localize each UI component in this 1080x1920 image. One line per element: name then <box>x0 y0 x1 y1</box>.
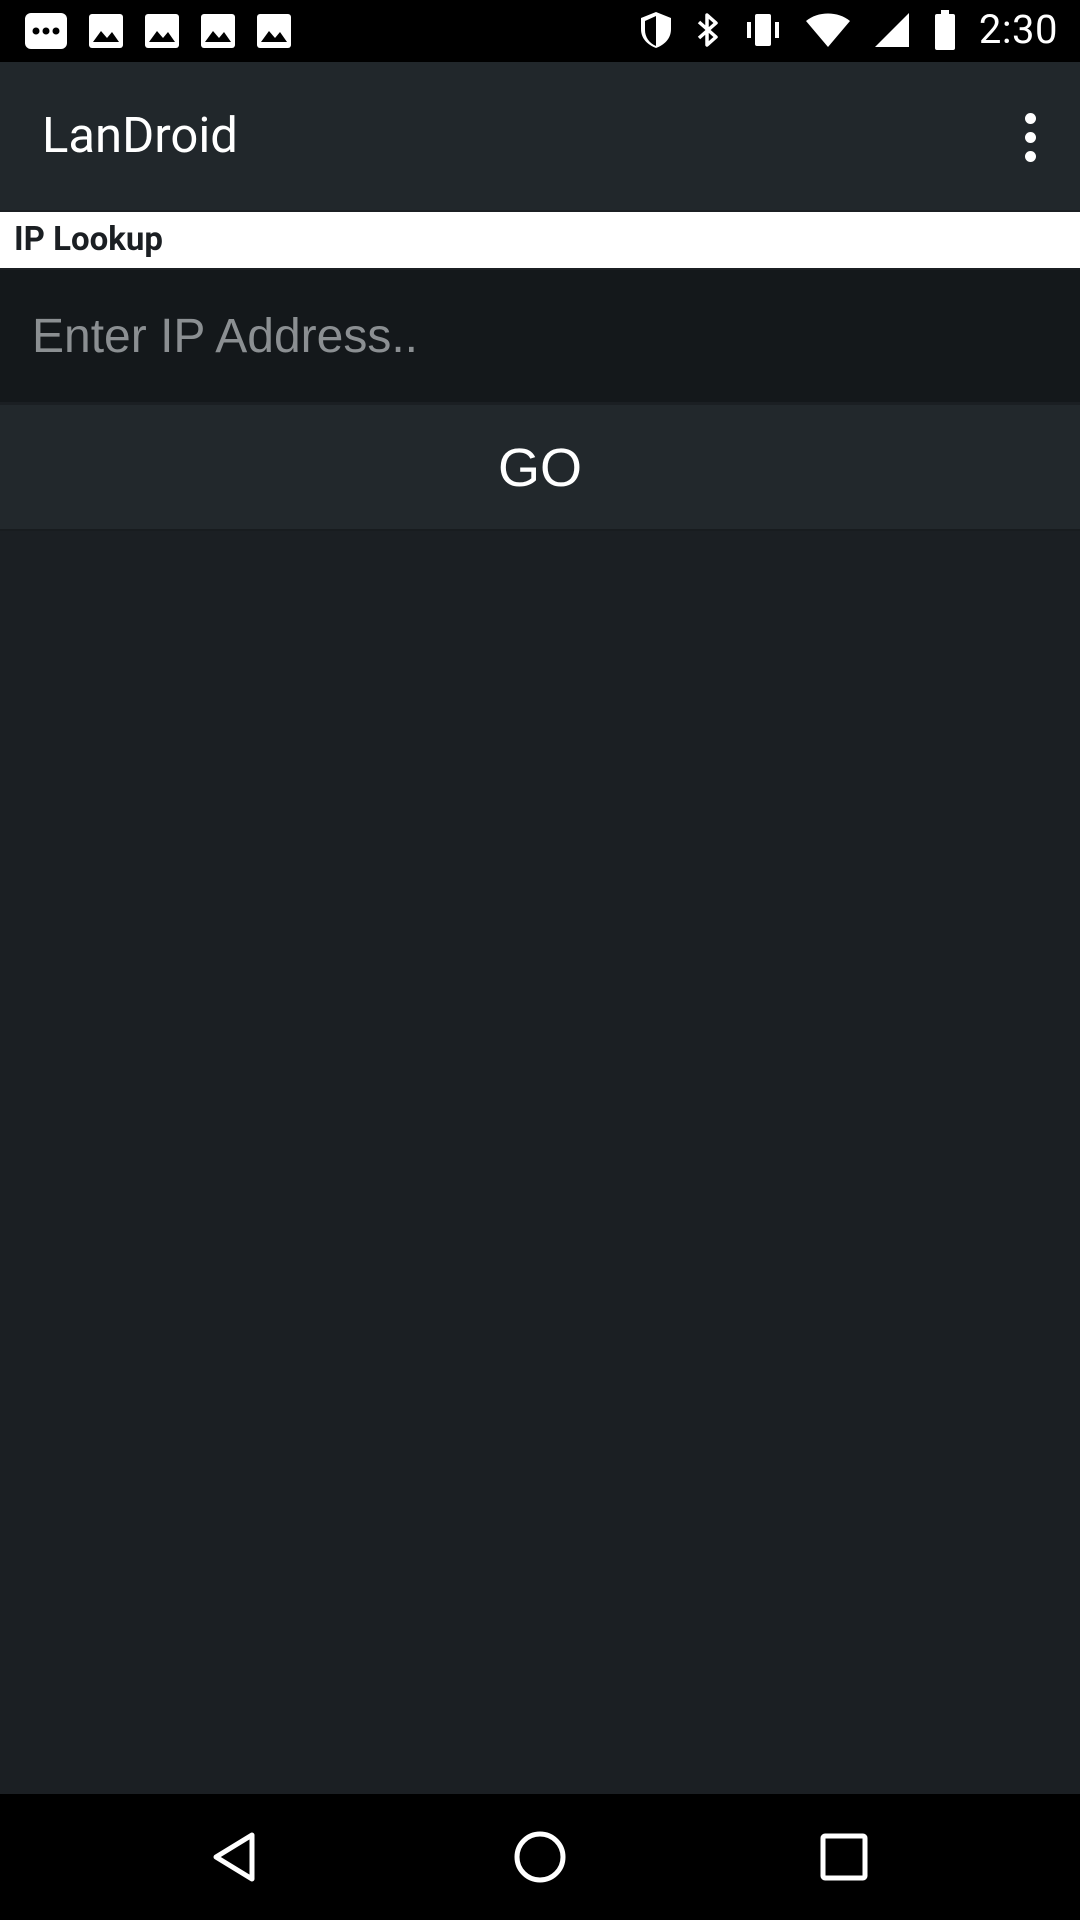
system-status-icons: 2:30 <box>639 6 1058 53</box>
wifi-icon <box>805 13 850 47</box>
more-options-button[interactable] <box>1000 102 1060 172</box>
more-vert-icon <box>1024 112 1036 162</box>
navigation-bar <box>0 1794 1080 1920</box>
more-horiz-icon <box>25 13 67 49</box>
home-icon[interactable] <box>510 1827 570 1887</box>
app-bar: LanDroid <box>0 62 1080 210</box>
notification-icons <box>24 12 292 50</box>
back-icon[interactable] <box>206 1827 266 1887</box>
signal-icon <box>874 12 909 47</box>
battery-icon <box>934 9 955 50</box>
image-icon <box>89 14 123 48</box>
screen: 2:30 LanDroid IP Lookup GO <box>0 0 1080 1920</box>
image-icon <box>201 14 235 48</box>
vibrate-icon <box>746 13 779 46</box>
shield-icon <box>640 11 671 48</box>
status-time: 2:30 <box>978 6 1058 53</box>
image-icon <box>257 14 291 48</box>
status-bar: 2:30 <box>0 0 1080 62</box>
section-title: IP Lookup <box>14 220 163 259</box>
ip-address-input[interactable] <box>0 270 1080 402</box>
bluetooth-icon <box>697 12 718 47</box>
go-button[interactable]: GO <box>0 405 1080 531</box>
app-title: LanDroid <box>42 107 238 164</box>
section-header: IP Lookup <box>0 212 1080 268</box>
recents-icon[interactable] <box>814 1827 874 1887</box>
image-icon <box>145 14 179 48</box>
